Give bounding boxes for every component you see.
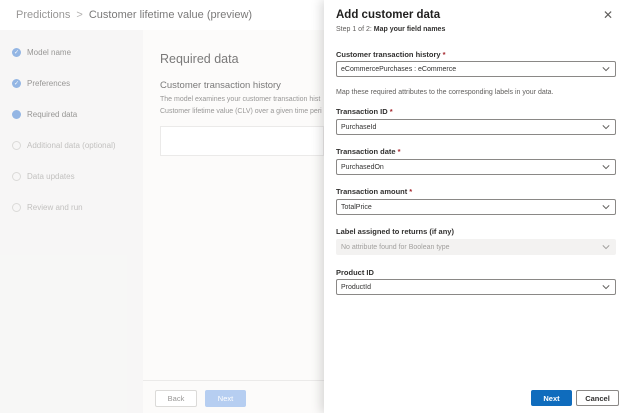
history-label: Customer transaction history * (336, 50, 446, 59)
field-label-text: Transaction amount (336, 187, 408, 196)
returns-label: Label assigned to returns (if any) (336, 227, 454, 236)
field-label-text: Product ID (336, 268, 374, 277)
panel-step-indicator: Step 1 of 2: Map your field names (336, 26, 445, 33)
dropdown-value: ProductId (341, 283, 371, 291)
next-button[interactable]: Next (531, 390, 572, 406)
mapping-hint: Map these required attributes to the cor… (336, 89, 554, 96)
field-label-text: Transaction date (336, 147, 396, 156)
transaction-id-dropdown[interactable]: PurchaseId (336, 119, 616, 135)
panel-overlay (0, 0, 324, 413)
required-mark: * (397, 147, 401, 156)
chevron-down-icon (602, 123, 610, 131)
transaction-amount-label: Transaction amount * (336, 187, 412, 196)
history-dropdown[interactable]: eCommercePurchases : eCommerce (336, 61, 616, 77)
transaction-date-dropdown[interactable]: PurchasedOn (336, 159, 616, 175)
step-prefix: Step 1 of 2: (336, 26, 372, 33)
returns-dropdown: No attribute found for Boolean type (336, 239, 616, 255)
dropdown-value: No attribute found for Boolean type (341, 243, 450, 251)
chevron-down-icon (602, 163, 610, 171)
cancel-button[interactable]: Cancel (576, 390, 619, 406)
field-label-text: Transaction ID (336, 107, 388, 116)
panel-title: Add customer data (336, 9, 441, 21)
chevron-down-icon (602, 243, 610, 251)
chevron-down-icon (602, 65, 610, 73)
transaction-amount-dropdown[interactable]: TotalPrice (336, 199, 616, 215)
chevron-down-icon (602, 203, 610, 211)
required-mark: * (442, 50, 446, 59)
dropdown-value: eCommercePurchases : eCommerce (341, 65, 457, 73)
close-icon[interactable]: ✕ (601, 8, 615, 22)
dropdown-value: TotalPrice (341, 203, 372, 211)
field-label-text: Label assigned to returns (if any) (336, 227, 454, 236)
chevron-down-icon (602, 283, 610, 291)
transaction-date-label: Transaction date * (336, 147, 401, 156)
dropdown-value: PurchaseId (341, 123, 377, 131)
product-id-dropdown[interactable]: ProductId (336, 279, 616, 295)
required-mark: * (409, 187, 413, 196)
required-mark: * (389, 107, 393, 116)
step-name: Map your field names (373, 26, 446, 33)
transaction-id-label: Transaction ID * (336, 107, 393, 116)
product-id-label: Product ID (336, 268, 374, 277)
field-label-text: Customer transaction history (336, 50, 441, 59)
dropdown-value: PurchasedOn (341, 163, 384, 171)
add-customer-data-panel: Add customer data ✕ Step 1 of 2: Map you… (324, 0, 624, 413)
